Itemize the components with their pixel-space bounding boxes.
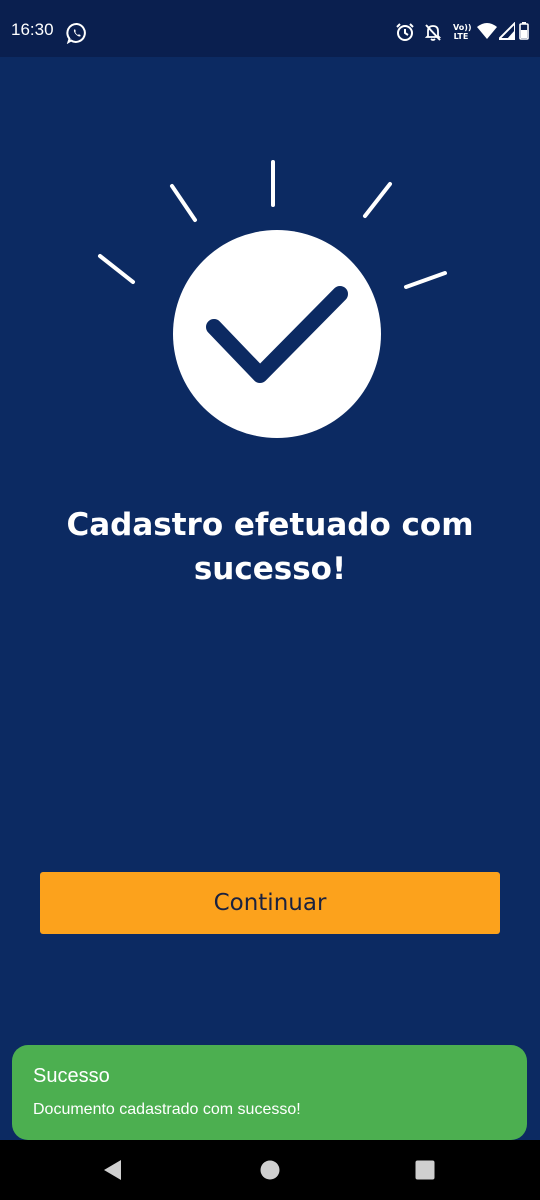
- back-icon[interactable]: [101, 1158, 125, 1182]
- recents-icon[interactable]: [413, 1158, 437, 1182]
- success-title: Cadastro efetuado com sucesso!: [66, 507, 474, 587]
- status-time: 16:30: [11, 20, 54, 39]
- status-icons: Vo)) LTE: [395, 22, 530, 44]
- navigation-bar: [0, 1140, 540, 1200]
- success-illustration: [98, 160, 447, 438]
- wifi-icon: [477, 23, 497, 39]
- home-icon[interactable]: [258, 1158, 282, 1182]
- toast-message: Documento cadastrado com sucesso!: [33, 1101, 301, 1118]
- volte-line1: Vo)): [453, 23, 472, 32]
- whatsapp-icon: [66, 23, 86, 44]
- battery-icon: [519, 22, 529, 40]
- volte-icon: Vo)) LTE: [453, 23, 472, 41]
- alarm-icon: [396, 23, 414, 41]
- check-circle-icon: [173, 230, 381, 438]
- toast-title: Sucesso: [33, 1065, 110, 1087]
- continue-button[interactable]: Continuar: [40, 872, 500, 934]
- signal-icon: [499, 22, 515, 40]
- volte-line2: LTE: [453, 32, 469, 41]
- notifications-off-icon: [424, 24, 442, 41]
- success-toast[interactable]: Sucesso Documento cadastrado com sucesso…: [12, 1045, 527, 1140]
- status-bar: 16:30 Vo)) LTE: [0, 0, 540, 57]
